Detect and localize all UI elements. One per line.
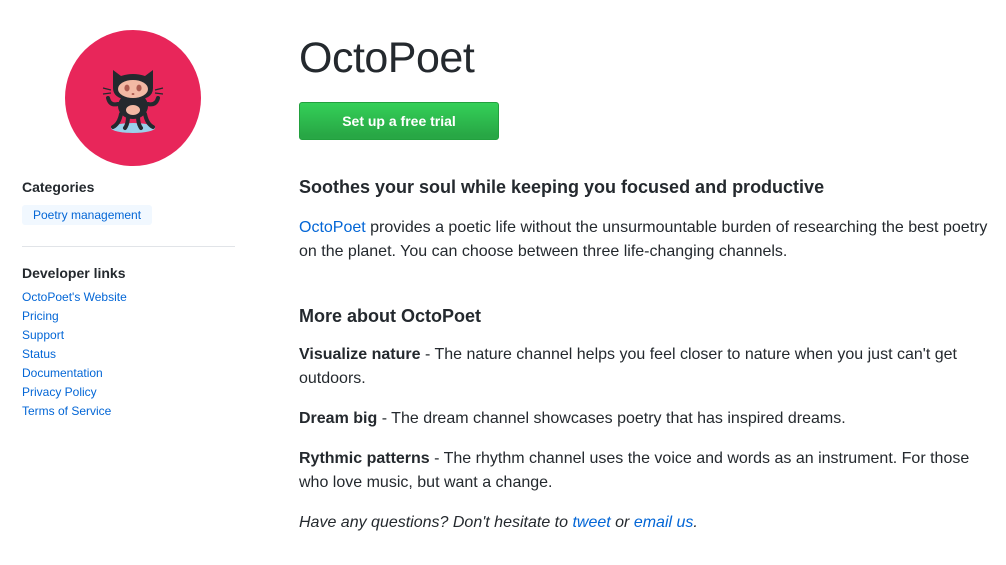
list-item: Support	[22, 327, 127, 346]
list-item: Pricing	[22, 308, 127, 327]
terms-of-service-link[interactable]: Terms of Service	[22, 404, 111, 418]
main-content: OctoPoet Set up a free trial Soothes you…	[299, 30, 989, 535]
tagline-heading: Soothes your soul while keeping you focu…	[299, 177, 825, 197]
email-link[interactable]: email us	[634, 514, 694, 531]
free-trial-button[interactable]: Set up a free trial	[299, 102, 499, 140]
intro-app-link[interactable]: OctoPoet	[299, 219, 366, 236]
status-link[interactable]: Status	[22, 347, 56, 361]
feature-title: Rythmic patterns	[299, 450, 430, 467]
list-item: OctoPoet's Website	[22, 289, 127, 308]
intro-text: provides a poetic life without the unsur…	[299, 219, 988, 260]
privacy-policy-link[interactable]: Privacy Policy	[22, 385, 97, 399]
feature-title: Dream big	[299, 410, 378, 427]
page-title: OctoPoet	[299, 34, 475, 82]
feature-nature: Visualize nature - The nature channel he…	[299, 343, 989, 391]
developer-links-heading: Developer links	[22, 265, 126, 281]
feature-rhythm: Rythmic patterns - The rhythm channel us…	[299, 447, 989, 495]
closing-note: Have any questions? Don't hesitate to tw…	[299, 511, 989, 535]
tweet-link[interactable]: tweet	[572, 514, 610, 531]
documentation-link[interactable]: Documentation	[22, 366, 103, 380]
category-tag[interactable]: Poetry management	[22, 205, 153, 225]
intro-paragraph: OctoPoet provides a poetic life without …	[299, 216, 989, 264]
list-item: Status	[22, 346, 127, 365]
list-item: Privacy Policy	[22, 384, 127, 403]
sidebar-divider	[22, 246, 235, 247]
closing-or: or	[610, 514, 634, 531]
closing-prefix: Have any questions? Don't hesitate to	[299, 514, 573, 531]
app-listing-page: Categories Poetry management Developer l…	[0, 0, 1006, 565]
developer-links-list: OctoPoet's Website Pricing Support Statu…	[22, 289, 127, 422]
pricing-link[interactable]: Pricing	[22, 309, 59, 323]
support-link[interactable]: Support	[22, 328, 64, 342]
octocat-icon	[65, 30, 201, 166]
closing-suffix: .	[693, 514, 698, 531]
feature-dream: Dream big - The dream channel showcases …	[299, 407, 989, 431]
list-item: Terms of Service	[22, 403, 127, 422]
list-item: Documentation	[22, 365, 127, 384]
feature-title: Visualize nature	[299, 346, 421, 363]
categories-heading: Categories	[22, 179, 95, 195]
website-link[interactable]: OctoPoet's Website	[22, 290, 127, 304]
feature-description: - The dream channel showcases poetry tha…	[377, 410, 846, 427]
more-about-heading: More about OctoPoet	[299, 306, 482, 326]
